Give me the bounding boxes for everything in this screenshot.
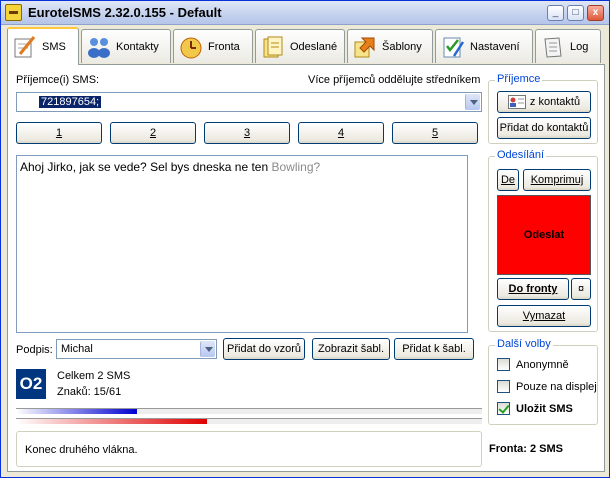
maximize-button[interactable]: □ — [567, 5, 584, 21]
pen-paper-icon — [12, 34, 38, 60]
anonymous-checkbox[interactable] — [497, 358, 510, 371]
to-queue-label: Do fronty — [508, 283, 558, 295]
number-label: 3 — [243, 127, 251, 139]
tab-log[interactable]: Log — [535, 29, 601, 63]
tab-settings[interactable]: Nastavení — [435, 29, 533, 63]
recipient-label: Příjemce(i) SMS: — [16, 74, 100, 86]
tab-sms[interactable]: SMS — [7, 27, 79, 65]
compress-label: Komprimuj — [530, 174, 584, 186]
window-title: EurotelSMS 2.32.0.155 - Default — [28, 5, 222, 20]
recipient-group: Příjemce z kontaktů Přidat do kontaktů — [488, 73, 598, 144]
log-scroll-icon — [540, 34, 566, 60]
show-template-button[interactable]: Zobrazit šabl. — [312, 338, 390, 360]
number-label: 1 — [55, 127, 63, 139]
number-label: 2 — [149, 127, 157, 139]
title-bar[interactable]: EurotelSMS 2.32.0.155 - Default _ □ x — [1, 1, 609, 25]
message-textarea[interactable]: Ahoj Jirko, jak se vede? Sel bys dneska … — [16, 155, 468, 333]
status-panel: Konec druhého vlákna. — [16, 431, 482, 467]
options-group-title: Další volby — [495, 338, 553, 350]
number-button-3[interactable]: 3 — [204, 122, 290, 144]
tab-templates[interactable]: Šablony — [347, 29, 433, 63]
save-sms-checkbox-row[interactable]: Uložit SMS — [497, 402, 573, 415]
tab-sent[interactable]: Odeslané — [255, 29, 345, 63]
clock-document-icon — [178, 34, 204, 60]
queue-extra-button[interactable]: ¤ — [571, 278, 591, 300]
display-only-label: Pouze na displej — [516, 380, 597, 393]
progress-fill-2 — [16, 419, 208, 424]
save-sms-checkbox[interactable] — [497, 402, 510, 415]
number-button-2[interactable]: 2 — [110, 122, 196, 144]
add-to-patterns-button[interactable]: Přidat do vzorů — [223, 338, 305, 360]
template-arrow-icon — [352, 34, 378, 60]
number-label: 4 — [337, 127, 345, 139]
message-text: Ahoj Jirko, jak se vede? Sel bys dneska … — [20, 160, 272, 174]
sending-group-title: Odesílání — [495, 149, 547, 161]
recipient-dropdown-button[interactable] — [465, 94, 480, 110]
tab-contacts[interactable]: Kontakty — [81, 29, 171, 63]
close-button[interactable]: x — [587, 5, 604, 21]
app-window: EurotelSMS 2.32.0.155 - Default _ □ x SM… — [0, 0, 610, 478]
delete-label: Vymazat — [522, 310, 566, 322]
display-only-checkbox[interactable] — [497, 380, 510, 393]
signature-combobox[interactable]: Michal — [56, 339, 217, 359]
minimize-button[interactable]: _ — [547, 5, 564, 21]
save-sms-label: Uložit SMS — [516, 402, 573, 415]
char-count: Znaků: 15/61 — [57, 386, 122, 398]
recipient-combobox[interactable]: 721897654; — [16, 92, 482, 112]
delete-button[interactable]: Vymazat — [497, 305, 591, 327]
signature-value: Michal — [61, 343, 93, 355]
queue-count: Fronta: 2 SMS — [489, 443, 563, 455]
o2-logo: O2 — [16, 369, 46, 399]
tab-label: Fronta — [208, 40, 240, 53]
compress-button[interactable]: Komprimuj — [523, 169, 591, 191]
number-button-1[interactable]: 1 — [16, 122, 102, 144]
settings-pencil-icon — [440, 34, 466, 60]
tab-label: Odeslané — [290, 40, 338, 53]
signature-dropdown-button[interactable] — [200, 341, 215, 357]
recipient-value: 721897654; — [39, 96, 102, 108]
tab-bar: SMS Kontakty Fronta Odeslané Šablony Nas… — [7, 27, 605, 65]
recipient-hint: Více příjemců oddělujte středníkem — [308, 74, 481, 86]
signature-label: Podpis: — [16, 344, 53, 356]
tab-label: Log — [570, 40, 589, 53]
add-to-contacts-button[interactable]: Přidat do kontaktů — [497, 117, 591, 139]
from-contacts-label: z kontaktů — [529, 96, 581, 108]
total-sms-count: Celkem 2 SMS — [57, 370, 131, 382]
sending-group: Odesílání De Komprimuj Odeslat Do fronty… — [488, 149, 598, 332]
to-queue-button[interactable]: Do fronty — [497, 278, 569, 300]
people-icon — [86, 34, 112, 60]
add-to-template-button[interactable]: Přidat k šabl. — [394, 338, 474, 360]
sent-document-icon — [260, 34, 286, 60]
tab-label: SMS — [42, 41, 66, 53]
recipient-group-title: Příjemce — [495, 73, 543, 85]
progress-bar-2 — [16, 418, 482, 424]
contact-card-icon — [507, 95, 526, 109]
progress-bar-1 — [16, 408, 482, 414]
send-button[interactable]: Odeslat — [497, 195, 591, 275]
number-button-4[interactable]: 4 — [298, 122, 384, 144]
message-text-faded: Bowling? — [271, 160, 321, 174]
de-button[interactable]: De — [497, 169, 519, 191]
progress-fill-1 — [16, 409, 138, 414]
anonymous-label: Anonymně — [516, 358, 569, 371]
tab-label: Šablony — [382, 40, 422, 53]
from-contacts-button[interactable]: z kontaktů — [497, 91, 591, 113]
display-only-checkbox-row[interactable]: Pouze na displej — [497, 380, 597, 393]
number-button-5[interactable]: 5 — [392, 122, 478, 144]
tab-queue[interactable]: Fronta — [173, 29, 253, 63]
number-label: 5 — [431, 127, 439, 139]
status-message: Konec druhého vlákna. — [25, 444, 138, 456]
tab-label: Nastavení — [470, 40, 520, 53]
sms-panel: Příjemce(i) SMS: Více příjemců oddělujte… — [7, 64, 605, 472]
de-label: De — [500, 174, 516, 186]
options-group: Další volby Anonymně Pouze na displej Ul… — [488, 338, 598, 425]
app-icon[interactable] — [5, 4, 22, 21]
anonymous-checkbox-row[interactable]: Anonymně — [497, 358, 569, 371]
tab-label: Kontakty — [116, 40, 159, 53]
